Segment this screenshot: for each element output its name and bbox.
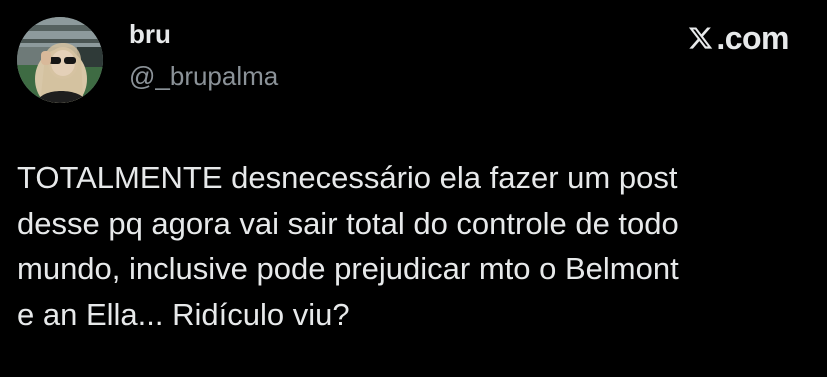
profile-photo bbox=[17, 17, 103, 103]
avatar[interactable] bbox=[17, 17, 103, 103]
tweet-text-line: e an Ella... Ridículo viu? bbox=[17, 296, 350, 332]
tweet-text-line: desse pq agora vai sair total do control… bbox=[17, 205, 679, 241]
x-logo-icon bbox=[689, 27, 713, 49]
tweet-text-line: TOTALMENTE desnecessário ela fazer um po… bbox=[17, 160, 678, 195]
tweet-text-line: mundo, inclusive pode prejudicar mto o B… bbox=[17, 251, 679, 286]
tweet-card: bru @_brupalma .com TOTALMENTE desnecess… bbox=[0, 0, 827, 377]
user-handle[interactable]: @_brupalma bbox=[129, 60, 278, 92]
brand-logo: .com bbox=[687, 18, 789, 58]
tweet-text: TOTALMENTE desnecessário ela fazer um po… bbox=[17, 155, 807, 337]
display-name[interactable]: bru bbox=[129, 18, 171, 50]
brand-text: .com bbox=[716, 20, 789, 56]
